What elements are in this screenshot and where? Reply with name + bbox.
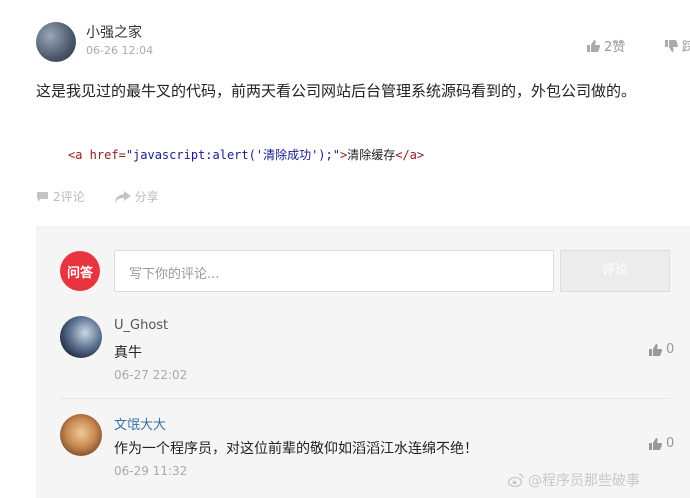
code-tag-open: <a <box>68 148 83 162</box>
thumbs-up-icon <box>649 343 662 356</box>
post-body: 这是我见过的最牛叉的代码，前两天看公司网站后台管理系统源码看到的，外包公司做的。 <box>36 82 637 100</box>
thumbs-up-icon <box>649 437 662 450</box>
post-date: 06-26 12:04 <box>86 44 154 57</box>
code-snippet: <a href="javascript:alert('清除成功');">清除缓存… <box>68 146 424 163</box>
dislike-label: 踩 <box>682 40 690 55</box>
comment-input[interactable]: 写下你的评论... <box>114 250 554 292</box>
commenter-name[interactable]: U_Ghost <box>114 318 168 333</box>
commenter-avatar[interactable] <box>60 316 102 358</box>
weibo-icon <box>508 473 524 487</box>
thumbs-up-icon <box>587 39 600 52</box>
comment-text: 作为一个程序员，对这位前辈的敬仰如滔滔江水连绵不绝！ <box>114 441 478 457</box>
author-avatar[interactable] <box>36 22 76 62</box>
comment-text: 真牛 <box>114 345 142 361</box>
author-name[interactable]: 小强之家 <box>86 22 142 42</box>
commenter-name[interactable]: 文氓大大 <box>114 414 166 433</box>
wenda-logo: 问答 <box>60 251 100 291</box>
watermark-text: @程序员那些破事 <box>528 473 640 489</box>
comment-count-button[interactable]: 2评论 <box>36 188 85 205</box>
comment-like-button[interactable]: 0 <box>648 342 674 357</box>
like-button[interactable]: 2赞 <box>586 36 625 55</box>
dislike-button[interactable]: 踩 <box>664 36 690 55</box>
share-icon <box>114 190 131 203</box>
submit-comment-button[interactable]: 评论 <box>560 250 670 292</box>
share-button[interactable]: 分享 <box>114 188 159 205</box>
comment-time: 06-29 11:32 <box>114 464 188 478</box>
thumbs-down-icon <box>665 39 678 52</box>
code-attr-value: "javascript:alert('清除成功');" <box>125 148 340 162</box>
comment-divider <box>60 398 670 399</box>
share-label: 分享 <box>134 190 159 204</box>
comment-like-count: 0 <box>666 436 675 451</box>
post-actions: 2评论 分享 <box>36 188 159 205</box>
weibo-watermark: @程序员那些破事 <box>508 470 640 490</box>
code-tag-end: </a> <box>395 148 425 162</box>
comment-count: 2评论 <box>53 190 85 204</box>
comment-like-button[interactable]: 0 <box>648 436 674 451</box>
code-link-text: 清除缓存 <box>347 148 396 162</box>
commenter-avatar[interactable] <box>60 414 102 456</box>
comment-icon <box>37 192 48 202</box>
code-attr: href= <box>82 148 126 162</box>
comment-like-count: 0 <box>666 342 675 357</box>
like-count: 2赞 <box>604 40 626 55</box>
comment-time: 06-27 22:02 <box>114 368 188 382</box>
